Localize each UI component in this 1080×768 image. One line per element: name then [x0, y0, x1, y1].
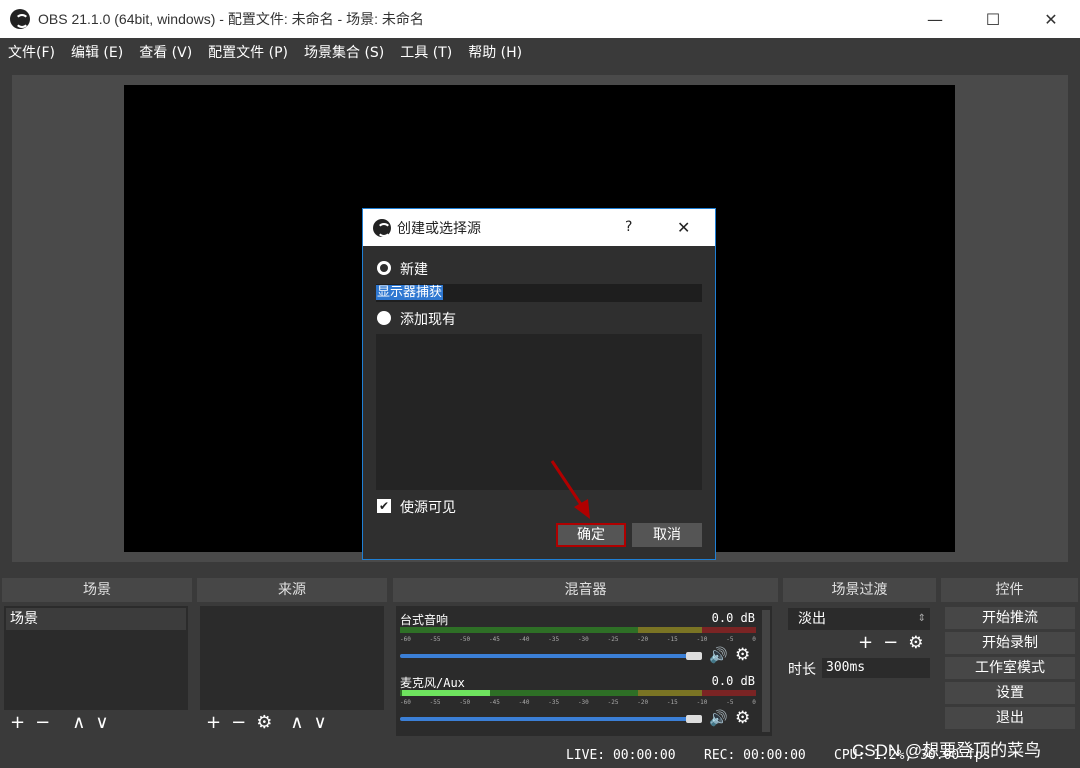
speaker-icon[interactable]: 🔊 — [709, 646, 728, 664]
volume-slider[interactable] — [400, 654, 690, 658]
source-settings-gear-icon[interactable]: ⚙ — [256, 712, 272, 733]
transition-select[interactable]: 淡出 ⇕ — [788, 608, 930, 630]
help-button[interactable]: ? — [625, 219, 632, 235]
meter-red — [702, 690, 756, 696]
window-title: OBS 21.1.0 (64bit, windows) - 配置文件: 未命名 … — [38, 11, 424, 27]
remove-transition-icon[interactable]: − — [883, 632, 898, 653]
meter-green — [400, 627, 638, 633]
scene-item[interactable]: 场景 — [6, 608, 186, 630]
maximize-button[interactable]: ☐ — [964, 0, 1022, 38]
sources-dock-header: 来源 — [197, 578, 387, 602]
track-db: 0.0 dB — [711, 611, 755, 625]
move-down-icon[interactable]: ∨ — [95, 712, 108, 733]
scenes-dock-header: 场景 — [2, 578, 192, 602]
new-label: 新建 — [400, 262, 428, 278]
speaker-icon[interactable]: 🔊 — [709, 709, 728, 727]
annotation-arrow-icon — [550, 460, 590, 519]
menu-bar: 文件(F) 编辑 (E) 查看 (V) 配置文件 (P) 场景集合 (S) 工具… — [0, 38, 1080, 66]
move-up-icon[interactable]: ∧ — [290, 712, 303, 733]
make-visible-label: 使源可见 — [400, 500, 456, 516]
meter-level — [402, 690, 490, 696]
start-recording-button[interactable]: 开始录制 — [945, 632, 1075, 654]
new-radio[interactable] — [377, 261, 391, 275]
add-source-icon[interactable]: + — [206, 712, 221, 733]
track-name: 麦克风/Aux — [400, 676, 465, 690]
add-existing-label: 添加现有 — [400, 312, 456, 328]
meter-red — [702, 627, 756, 633]
add-existing-radio[interactable] — [377, 311, 391, 325]
gear-icon[interactable]: ⚙ — [908, 633, 923, 653]
volume-slider-knob[interactable] — [686, 715, 702, 723]
start-streaming-button[interactable]: 开始推流 — [945, 607, 1075, 629]
obs-logo-icon — [10, 9, 30, 29]
menu-view[interactable]: 查看 (V) — [139, 42, 192, 62]
remove-scene-icon[interactable]: − — [35, 712, 50, 733]
duration-label: 时长 — [788, 662, 816, 678]
meter-yellow — [638, 690, 702, 696]
sources-list[interactable] — [200, 606, 384, 710]
controls-dock-header: 控件 — [941, 578, 1078, 602]
dialog-title-bar: 创建或选择源 ? ✕ — [363, 209, 715, 246]
sources-toolbar: + − ⚙ ∧ ∨ — [206, 712, 327, 733]
source-name-input[interactable]: 显示器捕获 — [376, 284, 702, 302]
add-transition-icon[interactable]: + — [858, 632, 873, 653]
duration-input[interactable]: 300ms — [822, 658, 930, 678]
make-visible-checkbox[interactable]: ✔ — [377, 499, 391, 513]
select-arrows-icon: ⇕ — [917, 613, 926, 624]
scenes-toolbar: + − ∧ ∨ — [10, 712, 109, 733]
menu-tools[interactable]: 工具 (T) — [400, 42, 452, 62]
dialog-title: 创建或选择源 — [397, 220, 481, 237]
existing-sources-list[interactable] — [376, 334, 702, 490]
remove-source-icon[interactable]: − — [231, 712, 246, 733]
mixer-dock-header: 混音器 — [393, 578, 778, 602]
volume-slider-knob[interactable] — [686, 652, 702, 660]
studio-mode-button[interactable]: 工作室模式 — [945, 657, 1075, 679]
dialog-close-button[interactable]: ✕ — [677, 218, 690, 237]
obs-logo-icon — [373, 218, 391, 237]
track-db: 0.0 dB — [711, 674, 755, 688]
move-down-icon[interactable]: ∨ — [314, 712, 327, 733]
meter-yellow — [638, 627, 702, 633]
transitions-dock-header: 场景过渡 — [783, 578, 936, 602]
meter-ticks: -60 -55 -50 -45 -40 -35 -30 -25 -20 -15 -10 -5 0 — [400, 636, 756, 643]
mixer-scrollbar[interactable] — [762, 610, 770, 732]
gear-icon[interactable]: ⚙ — [735, 645, 750, 665]
menu-file[interactable]: 文件(F) — [8, 42, 55, 62]
title-bar: OBS 21.1.0 (64bit, windows) - 配置文件: 未命名 … — [0, 0, 1080, 38]
track-name: 台式音响 — [400, 613, 449, 627]
move-up-icon[interactable]: ∧ — [72, 712, 85, 733]
meter-ticks: -60 -55 -50 -45 -40 -35 -30 -25 -20 -15 -10 -5 0 — [400, 699, 756, 706]
transition-toolbar: + − ⚙ — [858, 632, 923, 653]
gear-icon[interactable]: ⚙ — [735, 708, 750, 728]
add-scene-icon[interactable]: + — [10, 712, 25, 733]
menu-profile[interactable]: 配置文件 (P) — [208, 42, 288, 62]
menu-edit[interactable]: 编辑 (E) — [71, 42, 123, 62]
rec-timer: REC: 00:00:00 — [704, 748, 806, 763]
mixer-track-desktop: 台式音响 0.0 dB — [400, 611, 757, 628]
settings-button[interactable]: 设置 — [945, 682, 1075, 704]
ok-button[interactable]: 确定 — [556, 523, 626, 547]
volume-slider[interactable] — [400, 717, 690, 721]
cancel-button[interactable]: 取消 — [632, 523, 702, 547]
menu-help[interactable]: 帮助 (H) — [468, 42, 522, 62]
exit-button[interactable]: 退出 — [945, 707, 1075, 729]
menu-scene-collection[interactable]: 场景集合 (S) — [304, 42, 384, 62]
live-timer: LIVE: 00:00:00 — [566, 748, 676, 763]
close-button[interactable]: ✕ — [1022, 0, 1080, 38]
mixer-track-mic: 麦克风/Aux 0.0 dB — [400, 674, 757, 691]
watermark: CSDN @想要登顶的菜鸟 — [852, 741, 1042, 760]
minimize-button[interactable]: — — [906, 0, 964, 38]
